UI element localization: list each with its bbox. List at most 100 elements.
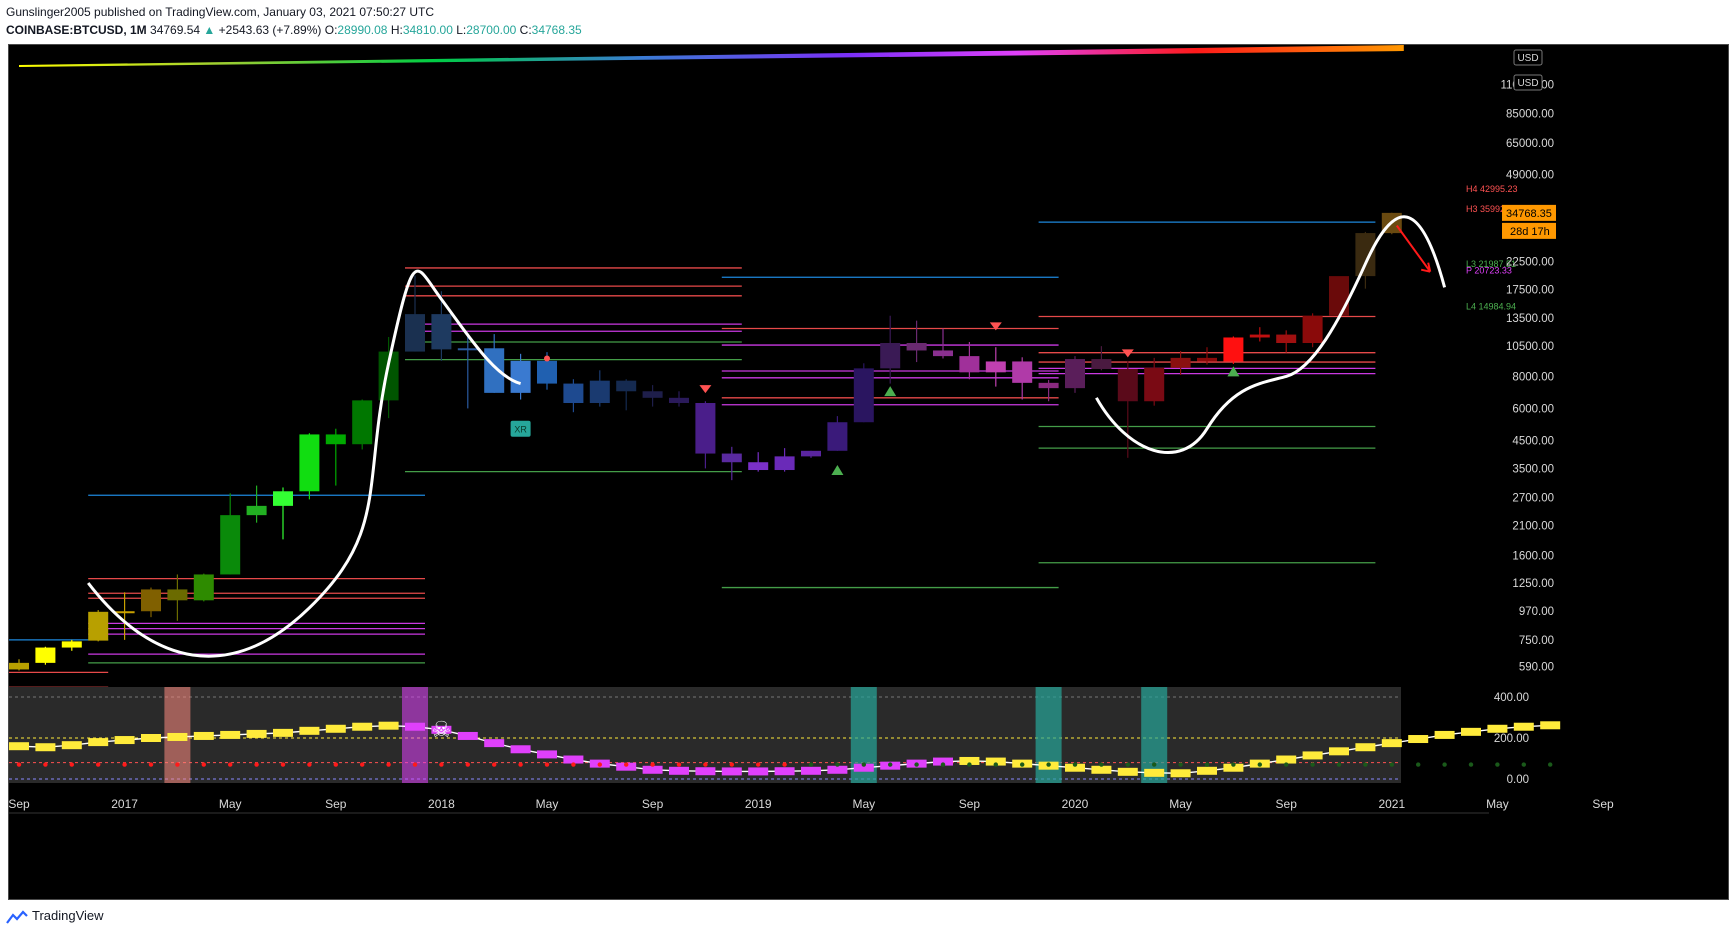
oscillator-zone-4 <box>1141 687 1168 783</box>
oscillator-bar-56 <box>1487 724 1508 733</box>
oscillator-bar-13 <box>352 722 373 731</box>
candles <box>9 212 1402 671</box>
price-tick-9: 8000.00 <box>1512 371 1554 383</box>
up-triangle-icon-0 <box>831 464 844 475</box>
candle-body-10 <box>273 491 293 506</box>
oscillator-bar-19 <box>510 745 531 754</box>
oscillator-dot-46 <box>1231 762 1236 767</box>
price-tick-8: 10500.00 <box>1506 341 1554 353</box>
oscillator-bar-12 <box>325 724 346 733</box>
currency-label-1: USD <box>1517 78 1538 89</box>
oscillator-bar-11 <box>299 726 320 735</box>
candle-body-32 <box>853 368 874 423</box>
oscillator-bar-55 <box>1461 727 1481 736</box>
oscillator-dot-27 <box>729 762 734 767</box>
oscillator-dot-8 <box>228 762 233 767</box>
candle-body-25 <box>669 397 689 403</box>
low-value: 28700.00 <box>466 23 517 37</box>
oscillator-dot-9 <box>254 762 259 767</box>
candle-body-48 <box>1276 334 1297 344</box>
oscillator-dot-42 <box>1125 762 1131 767</box>
brand-name: TradingView <box>32 908 104 923</box>
oscillator-dot-50 <box>1336 762 1342 767</box>
pivot-label-l4: L4 14984.94 <box>1466 302 1516 312</box>
candle-body-43 <box>1144 367 1165 402</box>
osc-tick-2: 0.00 <box>1507 774 1529 786</box>
price-tick-14: 2100.00 <box>1512 520 1554 532</box>
oscillator-bar-8 <box>220 730 241 739</box>
oscillator-dot-36 <box>967 762 972 767</box>
time-tick-6: Sep <box>642 797 664 811</box>
oscillator-dot-11 <box>307 762 312 767</box>
oscillator-bar-29 <box>774 767 795 776</box>
osc-tick-0: 400.00 <box>1494 692 1529 704</box>
oscillator-dot-43 <box>1152 762 1157 767</box>
oscillator-dot-33 <box>888 762 893 767</box>
candle-body-15 <box>405 314 425 352</box>
candle-body-35 <box>933 350 953 357</box>
time-tick-13: 2021 <box>1378 797 1405 811</box>
oscillator-bar-15 <box>405 722 425 731</box>
chart-frame[interactable]: XR H4 42995.23 H3 35992.65 L3 21987.51 P 20… <box>8 44 1729 900</box>
oscillator-dot-35 <box>940 762 946 767</box>
candle-body-46 <box>1223 337 1244 362</box>
close-value: 34768.35 <box>531 23 582 37</box>
candle-body-5 <box>141 589 161 612</box>
down-triangle-icon-2 <box>1121 349 1134 358</box>
skull-icon: ☠ <box>432 717 452 742</box>
chart-canvas[interactable]: XR H4 42995.23H3 35992.65L3 21987.51P 20… <box>9 45 1728 899</box>
price-tick-6: 17500.00 <box>1506 284 1554 296</box>
candle-body-23 <box>616 380 637 392</box>
oscillator-dot-48 <box>1284 762 1289 767</box>
candle-body-30 <box>801 450 821 457</box>
time-axis: Sep 2017 May Sep 2018 May Sep 2019 May Sep 2020 May… <box>9 797 1614 814</box>
time-tick-0: Sep <box>9 797 30 811</box>
change: +2543.63 (+7.89%) <box>218 23 322 37</box>
oscillator-bar-0 <box>9 742 29 751</box>
price-tick-13: 2700.00 <box>1512 492 1554 504</box>
time-tick-11: May <box>1169 797 1192 811</box>
oscillator-bar-27 <box>721 767 742 776</box>
time-tick-7: 2019 <box>745 797 772 811</box>
oscillator-dot-47 <box>1257 762 1263 767</box>
candle-body-37 <box>985 361 1006 373</box>
price-tick-15: 1600.00 <box>1512 551 1554 563</box>
oscillator-bar-50 <box>1329 747 1349 756</box>
candle-body-45 <box>1197 357 1217 362</box>
pivot-label-h4: H4 42995.23 <box>1466 184 1518 194</box>
oscillator-dot-19 <box>518 762 523 767</box>
candle-body-38 <box>1012 361 1033 383</box>
oscillator-bar-42 <box>1117 767 1138 776</box>
price-axis: 110000.0085000.0065000.0049000.0034768.3… <box>1494 49 1556 786</box>
oscillator-dot-40 <box>1072 762 1078 767</box>
price-tick-10: 6000.00 <box>1512 403 1554 415</box>
oscillator-dot-53 <box>1416 762 1421 767</box>
symbol[interactable]: COINBASE:BTCUSD, 1M <box>6 23 147 37</box>
oscillator-dot-12 <box>333 762 338 767</box>
price-tick-2: 65000.00 <box>1506 138 1554 150</box>
time-tick-4: 2018 <box>428 797 455 811</box>
oscillator-dot-22 <box>597 762 602 767</box>
candle-body-22 <box>589 380 610 403</box>
oscillator-dot-10 <box>280 762 286 767</box>
pivot-label-p: P 20723.33 <box>1466 265 1512 275</box>
signal-dot <box>544 355 550 362</box>
candle-body-1 <box>35 647 56 663</box>
time-tick-8: May <box>852 797 875 811</box>
tradingview-logo-icon <box>6 909 28 924</box>
oscillator-dot-58 <box>1548 762 1553 767</box>
oscillator-dot-1 <box>43 762 48 767</box>
candle-body-50 <box>1329 276 1349 316</box>
oscillator-dot-2 <box>69 762 74 767</box>
up-triangle-icon-1 <box>884 386 897 397</box>
oscillator-dot-32 <box>861 762 866 767</box>
candle-body-4 <box>114 611 135 614</box>
oscillator-dot-37 <box>993 762 998 767</box>
oscillator-bar-2 <box>61 741 82 750</box>
oscillator-dot-57 <box>1521 762 1527 767</box>
low-label: L: <box>456 23 467 37</box>
oscillator-dot-5 <box>148 762 154 767</box>
candle-body-11 <box>299 434 320 492</box>
candle-body-27 <box>721 453 742 463</box>
oscillator-bar-52 <box>1381 739 1402 748</box>
